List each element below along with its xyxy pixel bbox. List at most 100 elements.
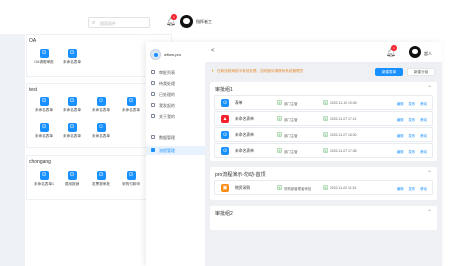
app-item[interactable]: ⊙ OA请假审批	[31, 49, 57, 65]
new-group-button[interactable]: 新建分组	[407, 68, 435, 76]
group-title: chongang	[29, 159, 51, 165]
app-icon: ⊙	[126, 97, 136, 106]
dept: 部门主管	[284, 134, 298, 138]
app-icon: ⊙	[39, 97, 49, 106]
app-item[interactable]: ⊙ 采购付款申	[118, 171, 144, 187]
publish-button[interactable]: 发布	[408, 150, 415, 154]
back-icon[interactable]: <	[211, 48, 215, 54]
app-item[interactable]: ⊙ 未命名表单1	[31, 171, 57, 187]
nav-label: 已处理的	[159, 92, 175, 97]
publish-button[interactable]: 发布	[408, 102, 415, 106]
app-icon: ⊙	[39, 123, 49, 132]
form-row[interactable]: ▣ 物资采购 S 采购部管理者审批 S 2022-11-02 11:24 编辑 …	[214, 180, 433, 195]
move-button[interactable]: 移动	[420, 134, 427, 138]
edit-button[interactable]: 编辑	[397, 187, 404, 191]
app-item[interactable]: ⊙ 未命名表单	[59, 123, 85, 139]
move-button[interactable]: 移动	[420, 150, 427, 154]
nav-label: 流程管理	[159, 148, 175, 153]
nav-item[interactable]: 数据管理	[146, 133, 205, 142]
bell-icon[interactable]: 🔔︎ 1	[386, 45, 397, 57]
move-button[interactable]: 移动	[420, 118, 427, 122]
brand-name: wflow-pro	[164, 52, 182, 57]
publish-button[interactable]: 发布	[408, 118, 415, 122]
form-name: 表单	[235, 101, 243, 105]
publish-button[interactable]: 发布	[408, 134, 415, 138]
user-icon: ☺	[96, 97, 106, 106]
row-actions: 编辑 发布 移动	[393, 186, 427, 191]
header: < 🔔︎ 1 超人	[205, 42, 442, 63]
tag-icon: S	[277, 132, 282, 137]
form-name: 未命名表单	[235, 149, 254, 153]
bell-icon[interactable]: 🔔︎ 1	[166, 14, 177, 26]
notification-badge: 1	[391, 45, 397, 51]
form-icon: ⊙	[221, 99, 229, 107]
app-item[interactable]: ⊙ 未命名表单	[31, 123, 57, 139]
nav-label: 待我处理	[159, 81, 175, 86]
row-actions: 编辑 发布 移动	[393, 133, 427, 138]
edit-button[interactable]: 编辑	[397, 118, 404, 122]
notice-text: 在新流程审批中有效处理，如有疑问请联系系统管理员	[217, 69, 304, 73]
move-button[interactable]: 移动	[420, 102, 427, 106]
app-label: 费用报销	[64, 182, 80, 186]
app-item[interactable]: ⊙ 未命名表单	[118, 97, 144, 113]
form-row[interactable]: ⊙ 未命名表单 S 部门主管 S 2022-11-07 17:38 编辑 发布 …	[214, 143, 433, 158]
done-icon	[151, 92, 155, 96]
search-placeholder: 搜索插件	[100, 21, 116, 26]
edit-button[interactable]: 编辑	[397, 150, 404, 154]
form-group: 审批组2 ⌃	[210, 206, 437, 230]
timestamp: 2022-11-07 17:38	[330, 149, 357, 153]
row-actions: 编辑 发布 移动	[393, 149, 427, 154]
nav-item[interactable]: 已处理的	[146, 90, 205, 99]
app-item[interactable]: ☺ 未命名表单	[88, 123, 114, 139]
tag-icon: S	[277, 116, 282, 121]
search-input[interactable]: ⌕ 搜索插件	[88, 17, 150, 28]
main-content: < 🔔︎ 1 超人 ◖ 在新流程审批中有效处理，如有疑问请联系系统管理员 新建表单…	[205, 42, 442, 266]
form-icon: ▲	[221, 115, 229, 123]
app-label: 未命名表单	[35, 108, 53, 112]
app-item[interactable]: ⊙ 未命名表单	[59, 97, 85, 113]
chevron-up-icon[interactable]: ⌃	[427, 85, 432, 92]
form-group: 审批组1 ⌃ ⊙ 表单 S 部门主管 S 2022-11-10 10:45 编辑…	[210, 82, 437, 161]
dept: 采购部管理者审批	[284, 187, 312, 191]
dept: 部门主管	[284, 150, 298, 154]
edit-button[interactable]: 编辑	[397, 134, 404, 138]
form-row[interactable]: ▲ 未命名表单 S 部门主管 S 2022-11-07 17:21 编辑 发布 …	[214, 111, 433, 126]
nav-label: 数据管理	[159, 135, 175, 140]
top-bar	[0, 0, 474, 30]
form-row[interactable]: ⊙ 表单 S 部门主管 S 2022-11-10 10:45 编辑 发布 移动	[214, 95, 433, 110]
app-item[interactable]: ⊙ 未命名表单	[59, 49, 85, 65]
avatar[interactable]	[409, 46, 421, 58]
dept: 部门主管	[284, 102, 298, 106]
group-title: pro流程演示-勿动-首顶	[215, 172, 266, 178]
app-icon: ⊙	[67, 49, 77, 58]
nav-item[interactable]: 审批列表	[146, 68, 205, 77]
nav-label: 关于我的	[159, 114, 175, 119]
nav-item-active[interactable]: 流程管理	[146, 146, 205, 155]
app-icon: ⊙	[96, 171, 106, 180]
user-tag: S	[323, 148, 328, 153]
app-label: 发票报审批	[92, 182, 110, 186]
app-label: 未命名表单	[63, 60, 81, 64]
app-icon: ⊙	[67, 123, 77, 132]
nav-item[interactable]: 我发起的	[146, 101, 205, 110]
flow-icon	[151, 148, 155, 152]
app-item[interactable]: ⊙ 发票报审批	[88, 171, 114, 187]
new-form-button[interactable]: 新建表单	[375, 68, 403, 76]
avatar[interactable]	[180, 15, 193, 28]
app-item[interactable]: ⊙ 未命名表单	[31, 97, 57, 113]
form-row[interactable]: ⊙ 未命名表单 S 部门主管 S 2022-11-07 16:30 编辑 发布 …	[214, 127, 433, 142]
publish-button[interactable]: 发布	[408, 187, 415, 191]
nav-item[interactable]: 关于我的	[146, 112, 205, 121]
edit-button[interactable]: 编辑	[397, 102, 404, 106]
move-button[interactable]: 移动	[420, 187, 427, 191]
form-icon: ▣	[221, 184, 229, 192]
app-label: 未命名表单1	[34, 182, 54, 186]
app-item[interactable]: ☺ 未命名表单	[88, 97, 114, 113]
chevron-up-icon[interactable]: ⌃	[427, 170, 432, 177]
nav-item[interactable]: 待我处理	[146, 79, 205, 88]
left-sidebar-strip	[0, 34, 25, 266]
form-name: 未命名表单	[235, 117, 254, 121]
app-item[interactable]: ⊙ 费用报销	[59, 171, 85, 187]
chevron-up-icon[interactable]: ⌃	[427, 209, 432, 216]
brand: wflow-pro	[150, 47, 202, 61]
